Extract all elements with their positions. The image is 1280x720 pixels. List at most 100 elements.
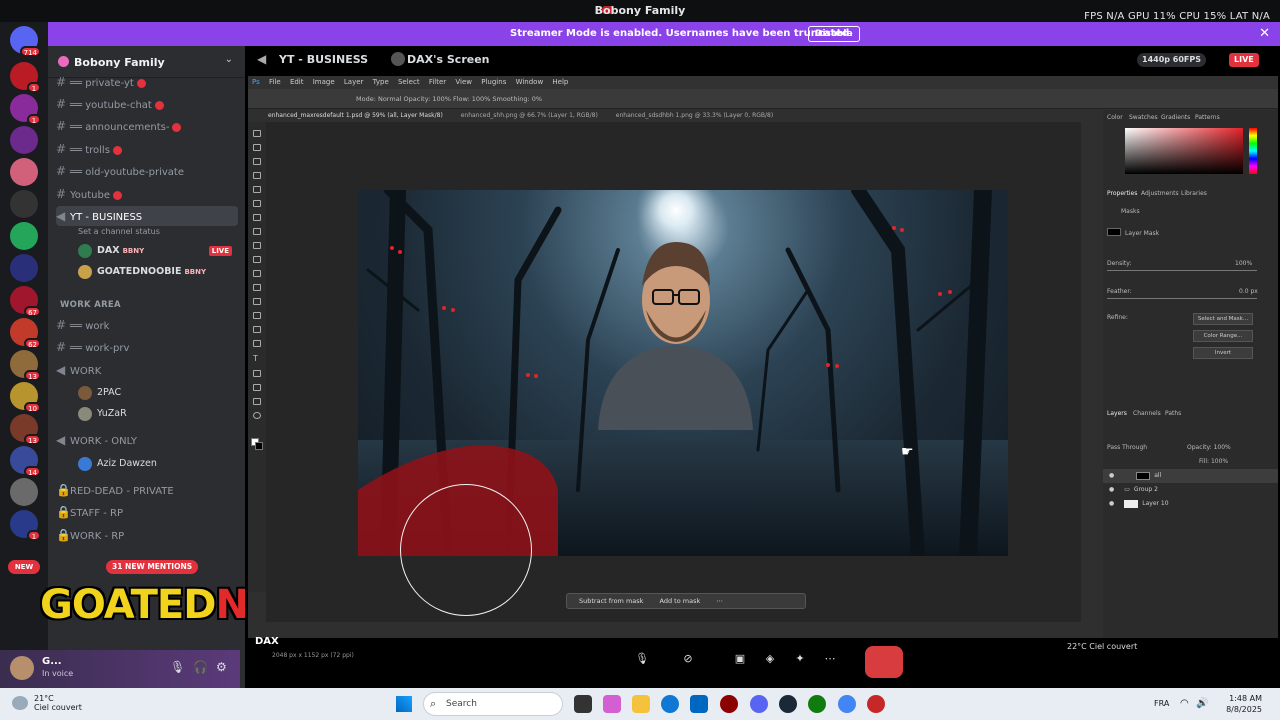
menu-item[interactable]: Select (398, 78, 420, 86)
ps-canvas-area[interactable]: ☛ Subtract from mask Add to mask ⋯ 2048 … (266, 122, 1081, 659)
server-icon[interactable] (10, 254, 38, 282)
invert-button[interactable]: Invert (1193, 347, 1253, 359)
panel-tab[interactable]: Swatches (1129, 114, 1158, 121)
weather-icon[interactable] (12, 696, 28, 710)
chrome-icon[interactable] (838, 695, 856, 713)
select-and-mask-button[interactable]: Select and Mask... (1193, 313, 1253, 325)
panel-tab[interactable]: Patterns (1195, 114, 1220, 121)
microphone-icon[interactable]: 🎙 (170, 660, 185, 674)
eraser-tool-icon[interactable] (253, 284, 261, 291)
store-icon[interactable] (690, 695, 708, 713)
disconnect-button[interactable] (865, 646, 903, 678)
edge-icon[interactable] (661, 695, 679, 713)
server-icon[interactable] (10, 478, 38, 506)
weather-widget[interactable]: 21°C Ciel couvert (34, 694, 82, 712)
voice-channel[interactable]: 🔒WORK - RP (56, 525, 238, 545)
channel-item[interactable]: # ══ work-prv (56, 337, 238, 357)
menu-item[interactable]: Help (552, 78, 568, 86)
server-icon[interactable]: 13 (10, 350, 41, 381)
more-icon[interactable]: ⋯ (716, 597, 723, 605)
crop-tool-icon[interactable] (253, 186, 261, 193)
headphones-icon[interactable]: 🎧 (193, 660, 208, 674)
server-icon[interactable]: 1 (10, 62, 41, 93)
channel-item[interactable]: # Youtube (56, 184, 238, 204)
activity-icon[interactable]: ◈ (757, 652, 783, 672)
discord-icon[interactable] (750, 695, 768, 713)
category-work-area[interactable]: WORK AREA (60, 300, 121, 310)
channel-item[interactable]: # ══ old-youtube-private (56, 161, 238, 181)
stamp-tool-icon[interactable] (253, 256, 261, 263)
pen-tool-icon[interactable] (253, 340, 261, 347)
marquee-tool-icon[interactable] (253, 144, 261, 151)
server-icon[interactable] (10, 222, 38, 250)
eye-icon[interactable]: ● (1109, 486, 1114, 493)
lasso-tool-icon[interactable] (253, 158, 261, 165)
avatar[interactable] (10, 656, 34, 680)
frame-tool-icon[interactable] (253, 200, 261, 207)
color-picker[interactable] (1125, 128, 1243, 174)
channel-item[interactable]: # ══ private-yt (56, 72, 238, 92)
shape-tool-icon[interactable] (253, 384, 261, 391)
language-indicator[interactable]: FRA (1154, 699, 1169, 708)
voice-user[interactable]: YuZaR (78, 405, 127, 423)
volume-icon[interactable]: 🔊 (1196, 698, 1208, 709)
panel-tab[interactable]: Gradients (1161, 114, 1190, 121)
menu-item[interactable]: Plugins (481, 78, 506, 86)
zoom-tool-icon[interactable] (253, 412, 261, 419)
eye-icon[interactable]: ● (1109, 472, 1114, 479)
add-to-mask-button[interactable]: Add to mask (660, 597, 701, 605)
panel-tab[interactable]: Layers (1107, 410, 1127, 417)
hue-slider[interactable] (1249, 128, 1257, 174)
soundboard-icon[interactable]: ✦ (787, 652, 813, 672)
voice-channel[interactable]: 🔒RED-DEAD - PRIVATE (56, 480, 238, 500)
eye-icon[interactable]: ● (1109, 500, 1114, 507)
menu-item[interactable]: Filter (429, 78, 446, 86)
chevron-down-icon[interactable]: ⌄ (225, 54, 233, 65)
file-explorer-icon[interactable] (632, 695, 650, 713)
layer-row[interactable]: ● Layer 10 (1103, 497, 1278, 511)
channel-item[interactable]: # ══ trolls (56, 139, 238, 159)
copilot-icon[interactable] (603, 695, 621, 713)
taskbar-search[interactable]: Search (423, 692, 563, 716)
server-icon[interactable]: 67 (10, 286, 41, 317)
voice-channel-work[interactable]: ◀ WORK (56, 360, 238, 380)
menu-item[interactable]: Image (313, 78, 335, 86)
voice-channel[interactable]: 🔒STAFF - RP (56, 502, 238, 522)
channel-item[interactable]: # ══ announcements- (56, 116, 238, 136)
menu-item[interactable]: Edit (290, 78, 304, 86)
server-icon[interactable] (10, 126, 38, 154)
windows-start-icon[interactable] (396, 696, 412, 712)
path-select-icon[interactable] (253, 370, 261, 377)
task-view-icon[interactable] (574, 695, 592, 713)
server-icon[interactable]: 14 (10, 446, 41, 477)
type-tool-icon[interactable]: T (253, 354, 258, 363)
server-icon[interactable]: 1 (10, 94, 41, 125)
channel-item[interactable]: # ══ youtube-chat (56, 94, 238, 114)
select-tool-icon[interactable] (253, 172, 261, 179)
xbox-icon[interactable] (808, 695, 826, 713)
feather-slider[interactable] (1107, 298, 1257, 299)
move-tool-icon[interactable] (253, 130, 261, 137)
voice-user[interactable]: Aziz Dawzen (78, 455, 157, 473)
blend-mode-select[interactable]: Pass Through (1107, 444, 1147, 451)
channel-status[interactable]: Set a channel status (78, 227, 160, 236)
density-value[interactable]: 100% (1235, 260, 1252, 267)
new-mentions-badge[interactable]: 31 NEW MENTIONS (106, 560, 199, 574)
app-icon[interactable] (867, 695, 885, 713)
voice-channel-yt-business[interactable]: ◀ YT - BUSINESS (56, 206, 238, 226)
brush-tool-icon[interactable] (253, 242, 261, 249)
layer-row[interactable]: ● ▭ Group 2 (1103, 483, 1278, 497)
microphone-icon[interactable]: 🎙 (629, 652, 655, 672)
layer-row[interactable]: ● all (1103, 469, 1278, 483)
menu-item[interactable]: Window (516, 78, 544, 86)
opacity-field[interactable]: Opacity: 100% (1187, 444, 1231, 451)
voice-user-dax[interactable]: DAX BBNY (78, 242, 144, 260)
subtract-from-mask-button[interactable]: Subtract from mask (579, 597, 643, 605)
close-icon[interactable]: ✕ (1259, 26, 1270, 41)
doc-tab-active[interactable]: enhanced_maxresdefault 1.psd @ 59% (all,… (268, 112, 443, 119)
gear-icon[interactable]: ⚙ (216, 660, 227, 674)
feather-value[interactable]: 0.0 px (1239, 288, 1258, 295)
server-icon[interactable]: 13 (10, 414, 41, 445)
camera-off-icon[interactable]: ⊘ (675, 652, 701, 672)
server-icon[interactable]: 62 (10, 318, 41, 349)
